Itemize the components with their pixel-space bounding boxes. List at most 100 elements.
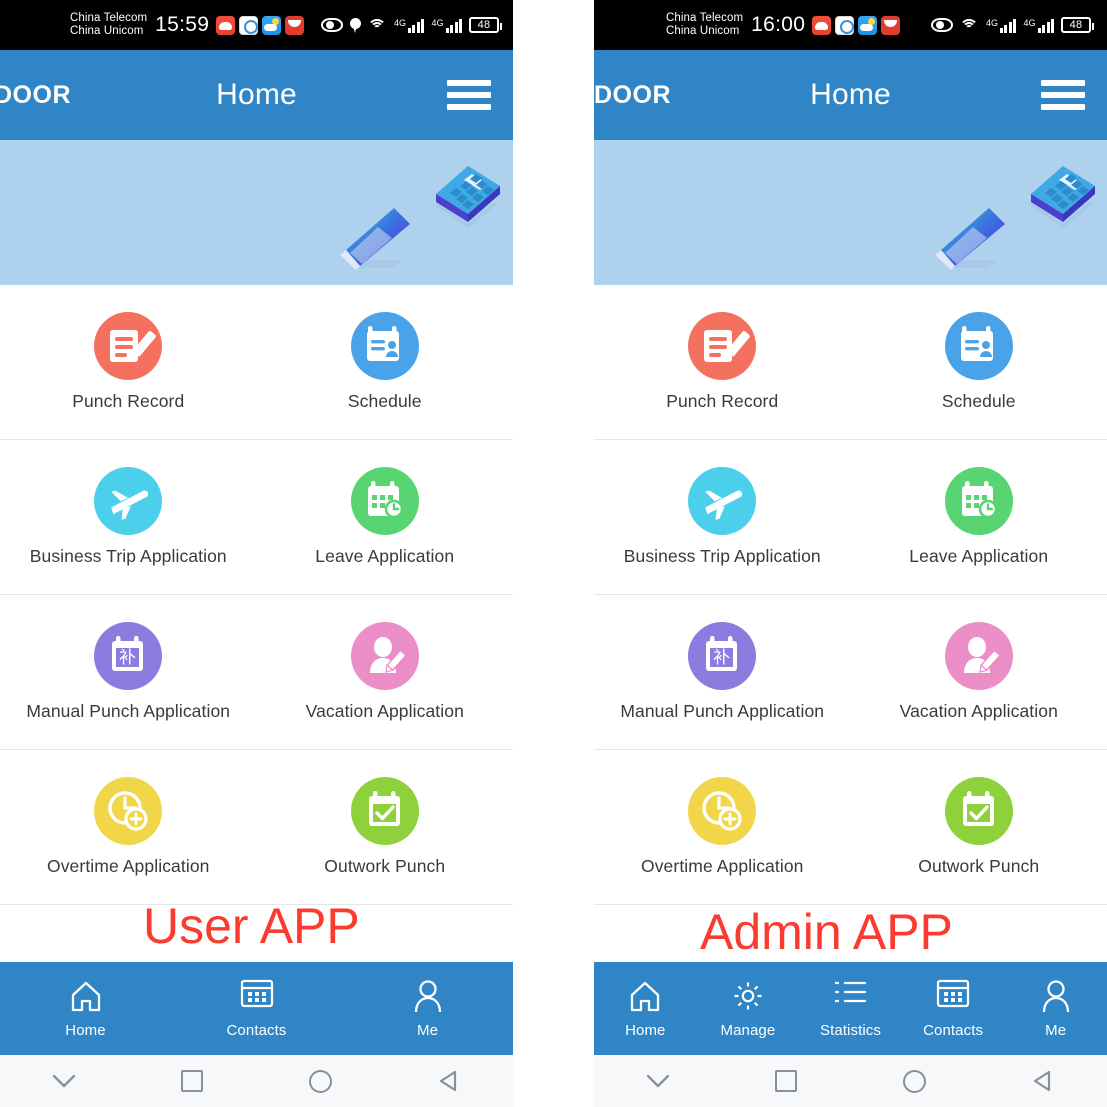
bottom-tab-bar: Home Manage Statistics Contacts Me — [594, 962, 1107, 1055]
grid-item-business-trip-application[interactable]: Business Trip Application — [594, 440, 851, 594]
tab-label: Home — [625, 1021, 666, 1039]
signal-4g-icon-2: 4G — [1023, 18, 1054, 33]
weather-app-icon — [858, 15, 878, 35]
clock-plus-icon — [94, 777, 163, 845]
home-circle-icon[interactable] — [257, 1055, 385, 1107]
status-bar-app-icons — [812, 15, 901, 35]
tab-home[interactable]: Home — [0, 979, 171, 1039]
grid-item-leave-application[interactable]: Leave Application — [257, 440, 514, 594]
tab-label: Contacts — [923, 1021, 984, 1039]
grid-item-label: Schedule — [941, 391, 1016, 411]
location-pin-icon — [349, 17, 361, 33]
tab-manage[interactable]: Manage — [697, 979, 800, 1039]
tab-me[interactable]: Me — [342, 979, 513, 1039]
home-icon — [628, 979, 662, 1013]
calendar-bu-icon: 补 — [688, 622, 757, 690]
gear-icon — [731, 979, 765, 1013]
app-header: DOOR Home — [594, 50, 1107, 140]
person-pencil-icon — [350, 622, 419, 690]
search-app-icon — [835, 15, 855, 35]
network-type-label-1: 4G — [985, 17, 998, 28]
tab-label: Me — [1045, 1021, 1067, 1039]
signal-4g-icon-2: 4G — [431, 18, 462, 33]
grid-item-leave-application[interactable]: Leave Application — [851, 440, 1107, 594]
back-triangle-icon[interactable] — [979, 1055, 1107, 1107]
grid-row: Punch Record Schedule — [594, 285, 1107, 440]
network-type-label-1: 4G — [393, 17, 406, 28]
tab-contacts[interactable]: Contacts — [902, 979, 1005, 1039]
status-bar-clock: 15:59 — [155, 13, 210, 36]
grid-item-vacation-application[interactable]: Vacation Application — [257, 595, 514, 749]
grid-item-label: Overtime Application — [641, 856, 804, 876]
carrier-line-1: China Telecom — [666, 12, 744, 24]
grid-item-overtime-application[interactable]: Overtime Application — [0, 750, 257, 904]
cloud-app-icon — [216, 15, 236, 35]
tab-label: Manage — [720, 1021, 776, 1039]
home-banner — [594, 140, 1107, 285]
battery-icon: 48 — [469, 17, 502, 33]
laptop-illustration — [340, 208, 410, 270]
document-pencil-icon — [94, 312, 163, 380]
carrier-names: China Telecom China Unicom — [70, 12, 147, 38]
bottom-tab-bar: Home Contacts Me — [0, 962, 513, 1055]
android-system-nav — [594, 1055, 1107, 1107]
page-title: Home — [216, 78, 297, 111]
hamburger-menu-icon[interactable] — [447, 80, 491, 110]
grid-item-business-trip-application[interactable]: Business Trip Application — [0, 440, 257, 594]
status-bar-right: 4G 4G 48 — [930, 17, 1094, 33]
weather-app-icon — [262, 15, 282, 35]
grid-item-label: Manual Punch Application — [26, 701, 231, 721]
eye-icon — [320, 18, 343, 32]
calendar-check-icon — [350, 777, 419, 845]
grid-item-outwork-punch[interactable]: Outwork Punch — [851, 750, 1107, 904]
grid-item-manual-punch-application[interactable]: 补 Manual Punch Application — [0, 595, 257, 749]
clock-plus-icon — [688, 777, 757, 845]
laptop-illustration — [935, 208, 1005, 270]
grid-item-punch-record[interactable]: Punch Record — [0, 285, 257, 439]
grid-row: Business Trip Application Leave Applicat… — [0, 440, 513, 595]
calendar-clock-icon — [944, 467, 1013, 535]
calendar-person-icon — [944, 312, 1013, 380]
recents-square-icon[interactable] — [128, 1055, 256, 1107]
battery-level-label: 48 — [477, 19, 491, 31]
app-brand-label: DOOR — [0, 80, 71, 109]
screenshot-stage: China Telecom China Unicom 15:59 4G 4G 4… — [0, 0, 1107, 1107]
airplane-icon — [688, 467, 757, 535]
status-bar-app-icons — [216, 15, 305, 35]
grid-item-schedule[interactable]: Schedule — [851, 285, 1107, 439]
tab-home[interactable]: Home — [594, 979, 697, 1039]
wifi-icon — [959, 18, 979, 33]
grid-item-manual-punch-application[interactable]: 补 Manual Punch Application — [594, 595, 851, 749]
tab-label: Me — [416, 1021, 439, 1039]
grid-row: 补 Manual Punch Application Vacation Appl… — [0, 595, 513, 750]
status-bar: China Telecom China Unicom 15:59 4G 4G 4… — [0, 0, 513, 50]
grid-item-overtime-application[interactable]: Overtime Application — [594, 750, 851, 904]
grid-item-label: Schedule — [347, 391, 422, 411]
tab-label: Home — [65, 1021, 106, 1039]
home-circle-icon[interactable] — [851, 1055, 979, 1107]
tab-me[interactable]: Me — [1004, 979, 1107, 1039]
grid-item-label: Vacation Application — [899, 701, 1058, 721]
back-triangle-icon[interactable] — [385, 1055, 513, 1107]
grid-item-outwork-punch[interactable]: Outwork Punch — [257, 750, 514, 904]
grid-item-label: Business Trip Application — [29, 546, 227, 566]
calendar-bu-icon: 补 — [94, 622, 163, 690]
grid-item-label: Leave Application — [315, 546, 455, 566]
carrier-line-1: China Telecom — [70, 12, 148, 24]
grid-item-label: Overtime Application — [47, 856, 210, 876]
grid-item-label: Punch Record — [666, 391, 779, 411]
carrier-names: China Telecom China Unicom — [666, 12, 743, 38]
tab-contacts[interactable]: Contacts — [171, 979, 342, 1039]
hamburger-menu-icon[interactable] — [1041, 80, 1085, 110]
carrier-line-2: China Unicom — [666, 25, 740, 37]
grid-row: Punch Record Schedule — [0, 285, 513, 440]
grid-item-vacation-application[interactable]: Vacation Application — [851, 595, 1107, 749]
chevron-down-icon[interactable] — [594, 1055, 722, 1107]
tab-statistics[interactable]: Statistics — [799, 979, 902, 1039]
grid-item-schedule[interactable]: Schedule — [257, 285, 514, 439]
chevron-down-icon[interactable] — [0, 1055, 128, 1107]
recents-square-icon[interactable] — [722, 1055, 850, 1107]
grid-row: Overtime Application Outwork Punch — [594, 750, 1107, 905]
grid-item-punch-record[interactable]: Punch Record — [594, 285, 851, 439]
signal-4g-icon-1: 4G — [986, 18, 1017, 33]
